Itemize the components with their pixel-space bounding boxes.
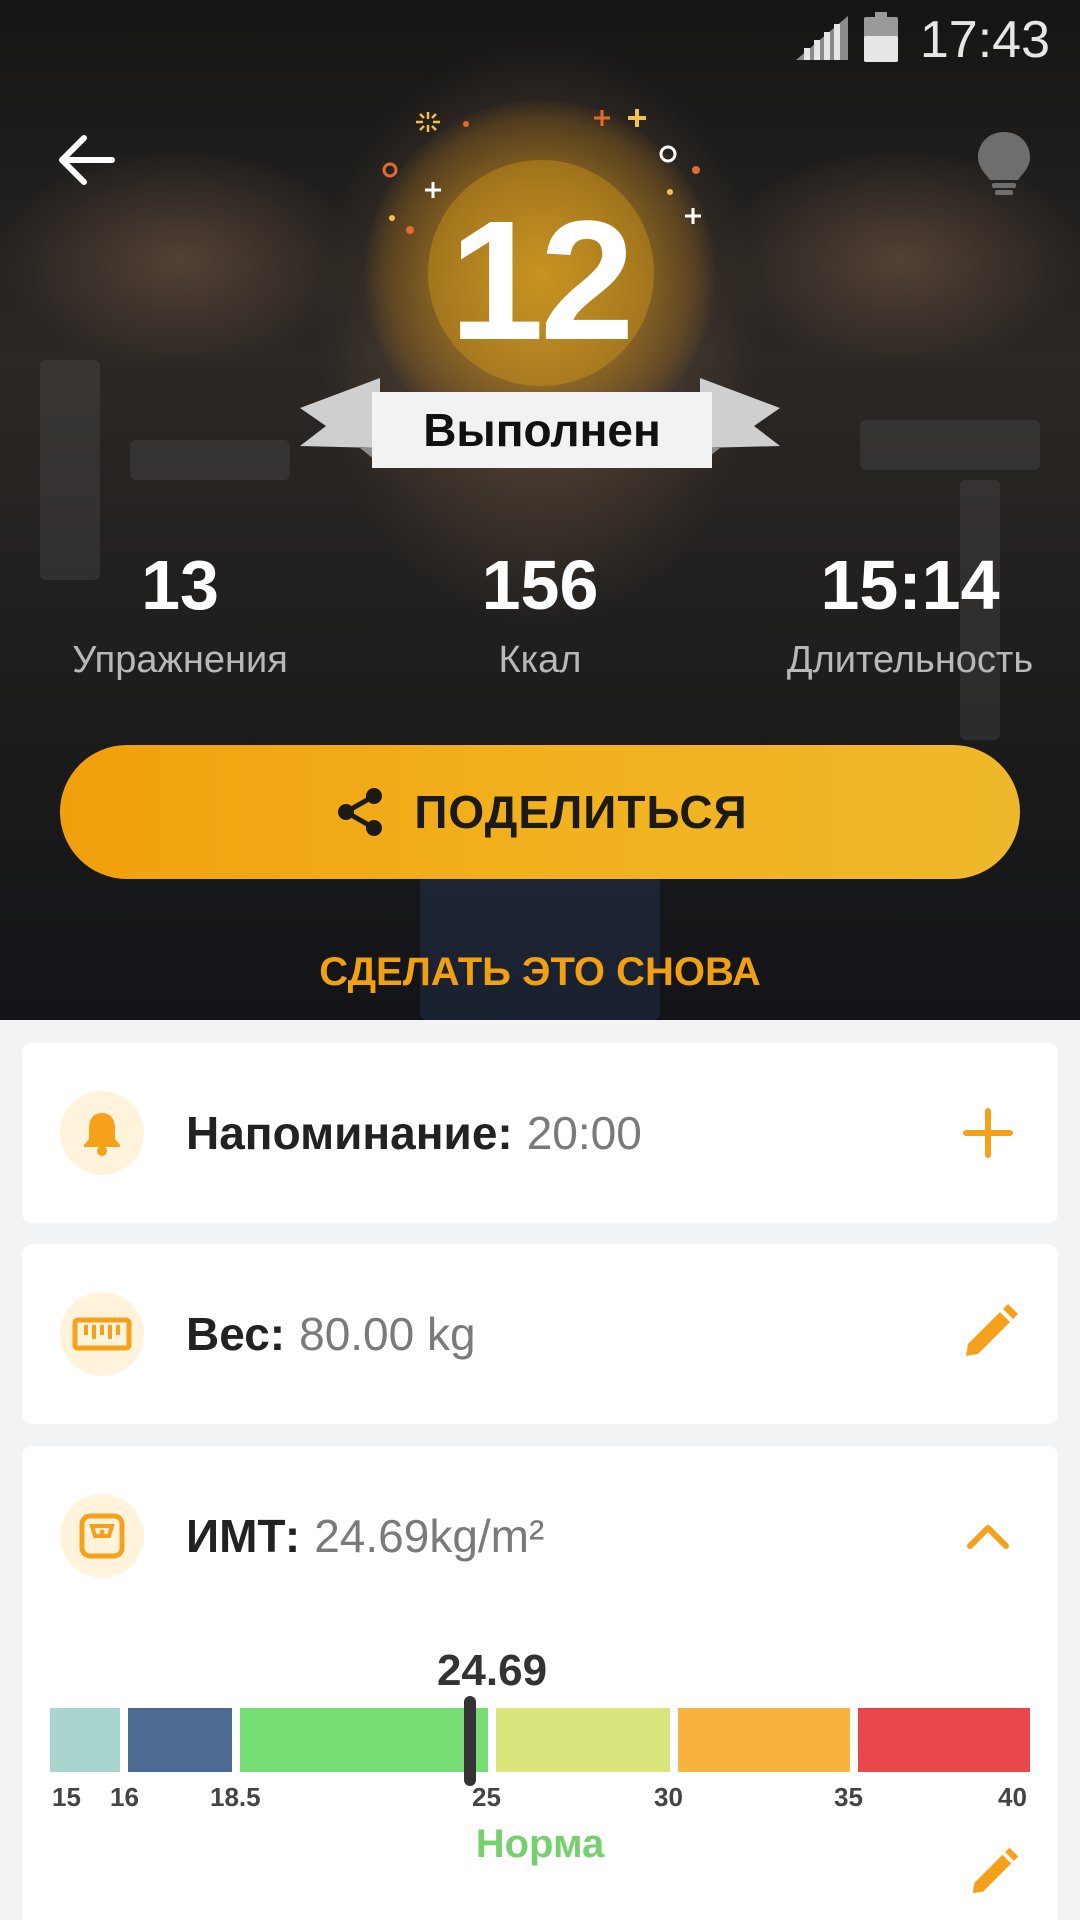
bmi-label: ИМТ: <box>186 1510 301 1562</box>
weight-label: Вес: <box>186 1308 286 1360</box>
lightbulb-icon[interactable] <box>974 130 1034 196</box>
ruler-icon <box>72 1317 132 1351</box>
stat-label: Длительность <box>786 639 1034 681</box>
bmi-tick-label: 25 <box>472 1782 501 1812</box>
bmi-tick-label: 15 <box>52 1782 81 1812</box>
bmi-tick-label: 35 <box>834 1782 863 1812</box>
bmi-segment-obese-1 <box>678 1708 850 1772</box>
workout-result-hero: 17:43 12 Выполнен 13 Упражнения 156 Ккал… <box>0 0 1080 1020</box>
edit-weight-icon[interactable] <box>956 1302 1020 1366</box>
bmi-segment-very-severely-underweight <box>50 1708 120 1772</box>
reminder-card[interactable]: Напоминание: 20:00 <box>22 1043 1058 1223</box>
bmi-value: 24.69kg/m² <box>314 1510 545 1562</box>
weight-value: 80.00 kg <box>299 1308 476 1360</box>
stat-value: 156 <box>481 546 599 624</box>
background-photo-detail <box>130 440 290 480</box>
bmi-segment-overweight <box>496 1708 670 1772</box>
repeat-workout-link[interactable]: СДЕЛАТЬ ЭТО СНОВА <box>0 950 1080 995</box>
stat-label: Упражнения <box>72 639 288 681</box>
collapse-chevron-up-icon[interactable] <box>956 1504 1020 1568</box>
stat-value: 13 <box>141 546 219 624</box>
bmi-tick-label: 30 <box>654 1782 683 1812</box>
bell-icon <box>84 1113 120 1156</box>
background-photo-detail <box>860 420 1040 470</box>
weight-card[interactable]: Вес: 80.00 kg <box>22 1244 1058 1424</box>
bmi-marker-value: 24.69 <box>436 1646 548 1695</box>
back-arrow-icon[interactable] <box>54 128 118 192</box>
edit-bmi-icon[interactable] <box>964 1846 1020 1902</box>
add-reminder-icon[interactable] <box>956 1101 1020 1165</box>
scale-icon <box>79 1513 125 1559</box>
reminder-icon-badge <box>60 1091 144 1175</box>
bmi-tick-label: 18.5 <box>210 1782 261 1812</box>
signal-icon <box>796 16 848 60</box>
stat-exercises: 13 Упражнения <box>40 545 320 682</box>
stat-duration: 15:14 Длительность <box>760 545 1060 682</box>
bmi-row: ИМТ: 24.69kg/m² <box>186 1508 544 1564</box>
weight-icon-badge <box>60 1292 144 1376</box>
stat-calories: 156 Ккал <box>400 545 680 682</box>
share-button[interactable]: ПОДЕЛИТЬСЯ <box>60 745 1020 879</box>
bmi-segment-normal <box>240 1708 482 1772</box>
share-icon <box>338 788 383 836</box>
completed-day-number: 12 <box>449 186 634 376</box>
share-button-label: ПОДЕЛИТЬСЯ <box>414 786 748 838</box>
bmi-segment-obese-2 <box>858 1708 1030 1772</box>
completed-label: Выполнен <box>372 392 712 468</box>
bmi-card: ИМТ: 24.69kg/m² 24.69 15 16 18.5 25 30 35… <box>22 1446 1058 1920</box>
battery-icon <box>864 12 898 62</box>
stat-value: 15:14 <box>820 546 1000 624</box>
reminder-label: Напоминание: <box>186 1107 513 1159</box>
background-photo-detail <box>420 860 660 1020</box>
bmi-icon-badge <box>60 1494 144 1578</box>
bmi-marker <box>464 1696 476 1786</box>
weight-row: Вес: 80.00 kg <box>186 1306 476 1362</box>
status-time: 17:43 <box>919 11 1050 69</box>
bmi-tick-label: 16 <box>110 1782 139 1812</box>
reminder-time: 20:00 <box>526 1107 642 1159</box>
bmi-scale-bar <box>50 1708 1030 1772</box>
bmi-status-label: Норма <box>475 1822 605 1866</box>
reminder-row: Напоминание: 20:00 <box>186 1105 642 1161</box>
status-bar: 17:43 <box>0 0 1080 80</box>
bmi-segment-normal-tail <box>482 1708 488 1772</box>
bmi-segment-underweight <box>128 1708 232 1772</box>
stat-label: Ккал <box>498 639 582 681</box>
bmi-tick-label: 40 <box>998 1782 1027 1812</box>
